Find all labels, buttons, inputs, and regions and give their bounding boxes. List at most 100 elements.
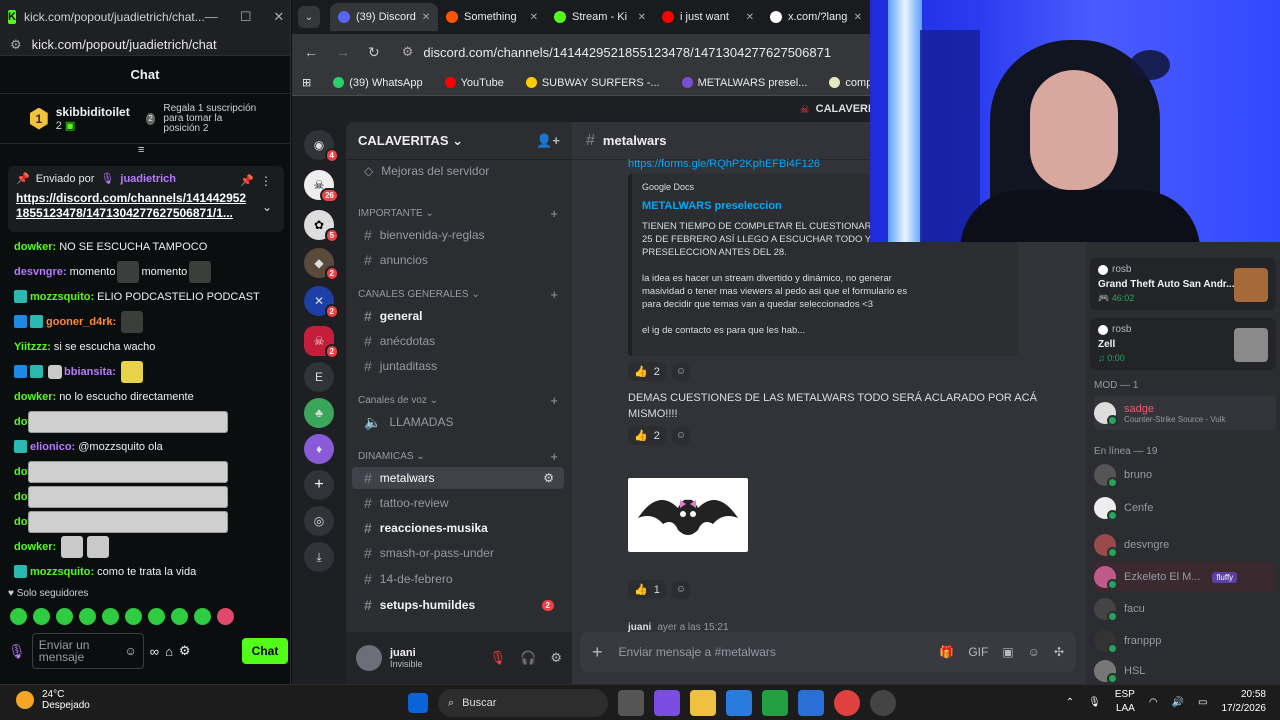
category-generales[interactable]: CANALES GENERALES ⌄ + [358,287,558,302]
emote-image[interactable] [120,360,143,383]
pinned-user[interactable]: juadietrich [120,173,176,185]
emote-button[interactable] [194,608,211,625]
apps-icon[interactable]: ⊞ [302,76,311,89]
chat-username[interactable]: dowker: [14,241,56,253]
download-icon[interactable]: ⤓ [304,542,334,572]
activity-card[interactable]: rosb Zell ♫ 0:00 [1090,318,1276,370]
add-reaction-icon[interactable]: ☺ [671,426,690,445]
server-icon[interactable]: ♣ [304,398,334,428]
add-reaction-icon[interactable]: ☺ [671,580,690,599]
emote-image[interactable] [189,260,212,283]
emote-image[interactable] [117,260,140,283]
reaction-pill[interactable]: 👍 2 [628,426,666,445]
gift-icon[interactable]: 🎁 [939,645,954,659]
emote-image[interactable] [28,460,228,483]
chat-username[interactable]: dowker: [14,541,56,553]
server-boost[interactable]: ◇ Mejoras del servidor [352,160,564,182]
leaderboard-user[interactable]: skibbiditoilet [56,105,130,119]
channel-metalwars[interactable]: # metalwars ⚙ [352,467,564,489]
direct-messages-icon[interactable]: ◉ 4 [304,130,339,163]
app-icon[interactable] [870,690,896,716]
emote-image[interactable] [28,485,228,508]
tab-kick[interactable]: Stream - Ki ✕ [546,3,654,31]
server-icon[interactable]: ☠ 26 [304,170,339,203]
gear-icon[interactable]: ⚙ [550,650,562,666]
close-tab-icon[interactable]: ✕ [854,12,862,23]
close-tab-icon[interactable]: ✕ [422,12,430,23]
server-icon[interactable]: ♦ [304,434,334,464]
reload-icon[interactable]: ↻ [368,44,380,61]
close-tab-icon[interactable]: ✕ [746,12,754,23]
chat-username[interactable]: Yiitzzz: [14,341,51,353]
attach-plus-icon[interactable]: + [592,642,603,663]
avatar[interactable] [356,645,382,671]
taskbar-search[interactable]: ⌕ Buscar [438,689,608,717]
wifi-icon[interactable]: ◠ [1149,697,1158,708]
reaction-pill[interactable]: 👍 1 [628,580,666,599]
member-item[interactable]: bruno [1094,460,1274,490]
bookmark-subway[interactable]: SUBWAY SURFERS -... [525,77,660,89]
chat-username[interactable]: desvngre: [14,266,67,278]
category-dinamicas[interactable]: DINAMICAS ⌄ + [358,449,558,464]
gift-subscription-text[interactable]: Regala 1 suscripción para tomar la posic… [163,103,260,134]
forward-icon[interactable]: → [336,44,350,60]
member-item[interactable]: HSL [1094,656,1274,686]
bookmark-whatsapp[interactable]: (39) WhatsApp [333,77,423,89]
minimize-icon[interactable]: — [205,9,218,25]
infinity-icon[interactable]: ∞ [150,644,159,659]
channel-juntaditass[interactable]: # juntaditass [352,355,564,377]
chat-username[interactable]: dowker: [14,391,56,403]
member-mod[interactable]: sadge Counter-Strike Source - Vulk [1094,396,1276,430]
add-channel-icon[interactable]: + [550,393,558,408]
reaction-pill[interactable]: 👍 2 [628,362,666,381]
member-item[interactable]: facu [1094,594,1274,624]
app-icon[interactable] [762,690,788,716]
add-reaction-icon[interactable]: ☺ [671,362,690,381]
sticker-icon[interactable]: ▣ [1002,645,1013,659]
chat-input[interactable]: Enviar un mensaje ☺ [31,633,144,669]
apps-icon[interactable]: ✣ [1054,645,1064,659]
chat-username[interactable]: elionico: [30,441,75,453]
volume-icon[interactable]: 🔊 [1172,697,1184,708]
tab-x[interactable]: x.com/?lang ✕ [762,3,870,31]
member-item[interactable]: desvngre [1094,530,1274,560]
chat-username[interactable]: mozzsquito: [30,291,94,303]
mic-icon[interactable]: 🎙 [1088,697,1101,708]
close-tab-icon[interactable]: ✕ [638,12,646,23]
channel-tattoo[interactable]: # tattoo-review [352,492,564,514]
chevron-down-icon[interactable]: ⌄ [262,200,272,214]
category-importante[interactable]: IMPORTANTE ⌄ + [358,206,558,221]
mute-icon[interactable]: 🎙 [490,650,507,666]
add-server-icon[interactable]: + [304,470,334,500]
mic-icon[interactable]: 🎙 [8,643,26,660]
headphones-icon[interactable]: 🎧 [520,650,536,666]
emote-button[interactable] [102,608,119,625]
maximize-icon[interactable]: ☐ [240,9,252,25]
channel-general[interactable]: # general [352,305,564,327]
emote-button[interactable] [148,608,165,625]
bookmark-metalwars[interactable]: METALWARS presel... [681,77,807,89]
emote-button[interactable] [125,608,142,625]
server-icon[interactable]: E [304,362,334,392]
server-header[interactable]: CALAVERITAS ⌄ 👤+ [346,122,572,160]
pinned-message[interactable]: 📌 Enviado por 🎙 juadietrich https://disc… [8,166,284,232]
emote-image[interactable] [28,410,228,433]
task-view-icon[interactable] [618,690,644,716]
channel-smash[interactable]: # smash-or-pass-under [352,542,564,564]
channel-anuncios[interactable]: # anuncios [352,249,564,271]
pinned-link[interactable]: https://discord.com/channels/14144295218… [16,191,252,221]
bookmark-youtube[interactable]: YouTube [444,77,504,89]
discover-icon[interactable]: ◎ [304,506,334,536]
server-icon[interactable]: ✕ 2 [304,286,339,319]
member-item[interactable]: franppp [1094,626,1274,656]
channel-llamadas[interactable]: 🔈 LLAMADAS [352,411,564,433]
emote-image[interactable] [28,510,228,533]
lang-code[interactable]: ESP [1115,688,1135,702]
emoji-icon[interactable]: ☺ [1028,645,1040,659]
weather-widget[interactable]: 24°C Despejado [16,689,90,711]
chevron-up-icon[interactable]: ⌃ [1066,697,1074,708]
tab-youtube[interactable]: i just want ✕ [654,3,762,31]
send-chat-button[interactable]: Chat [242,638,288,664]
start-icon[interactable] [408,693,428,713]
clock[interactable]: 20:58 17/2/2026 [1222,688,1267,716]
